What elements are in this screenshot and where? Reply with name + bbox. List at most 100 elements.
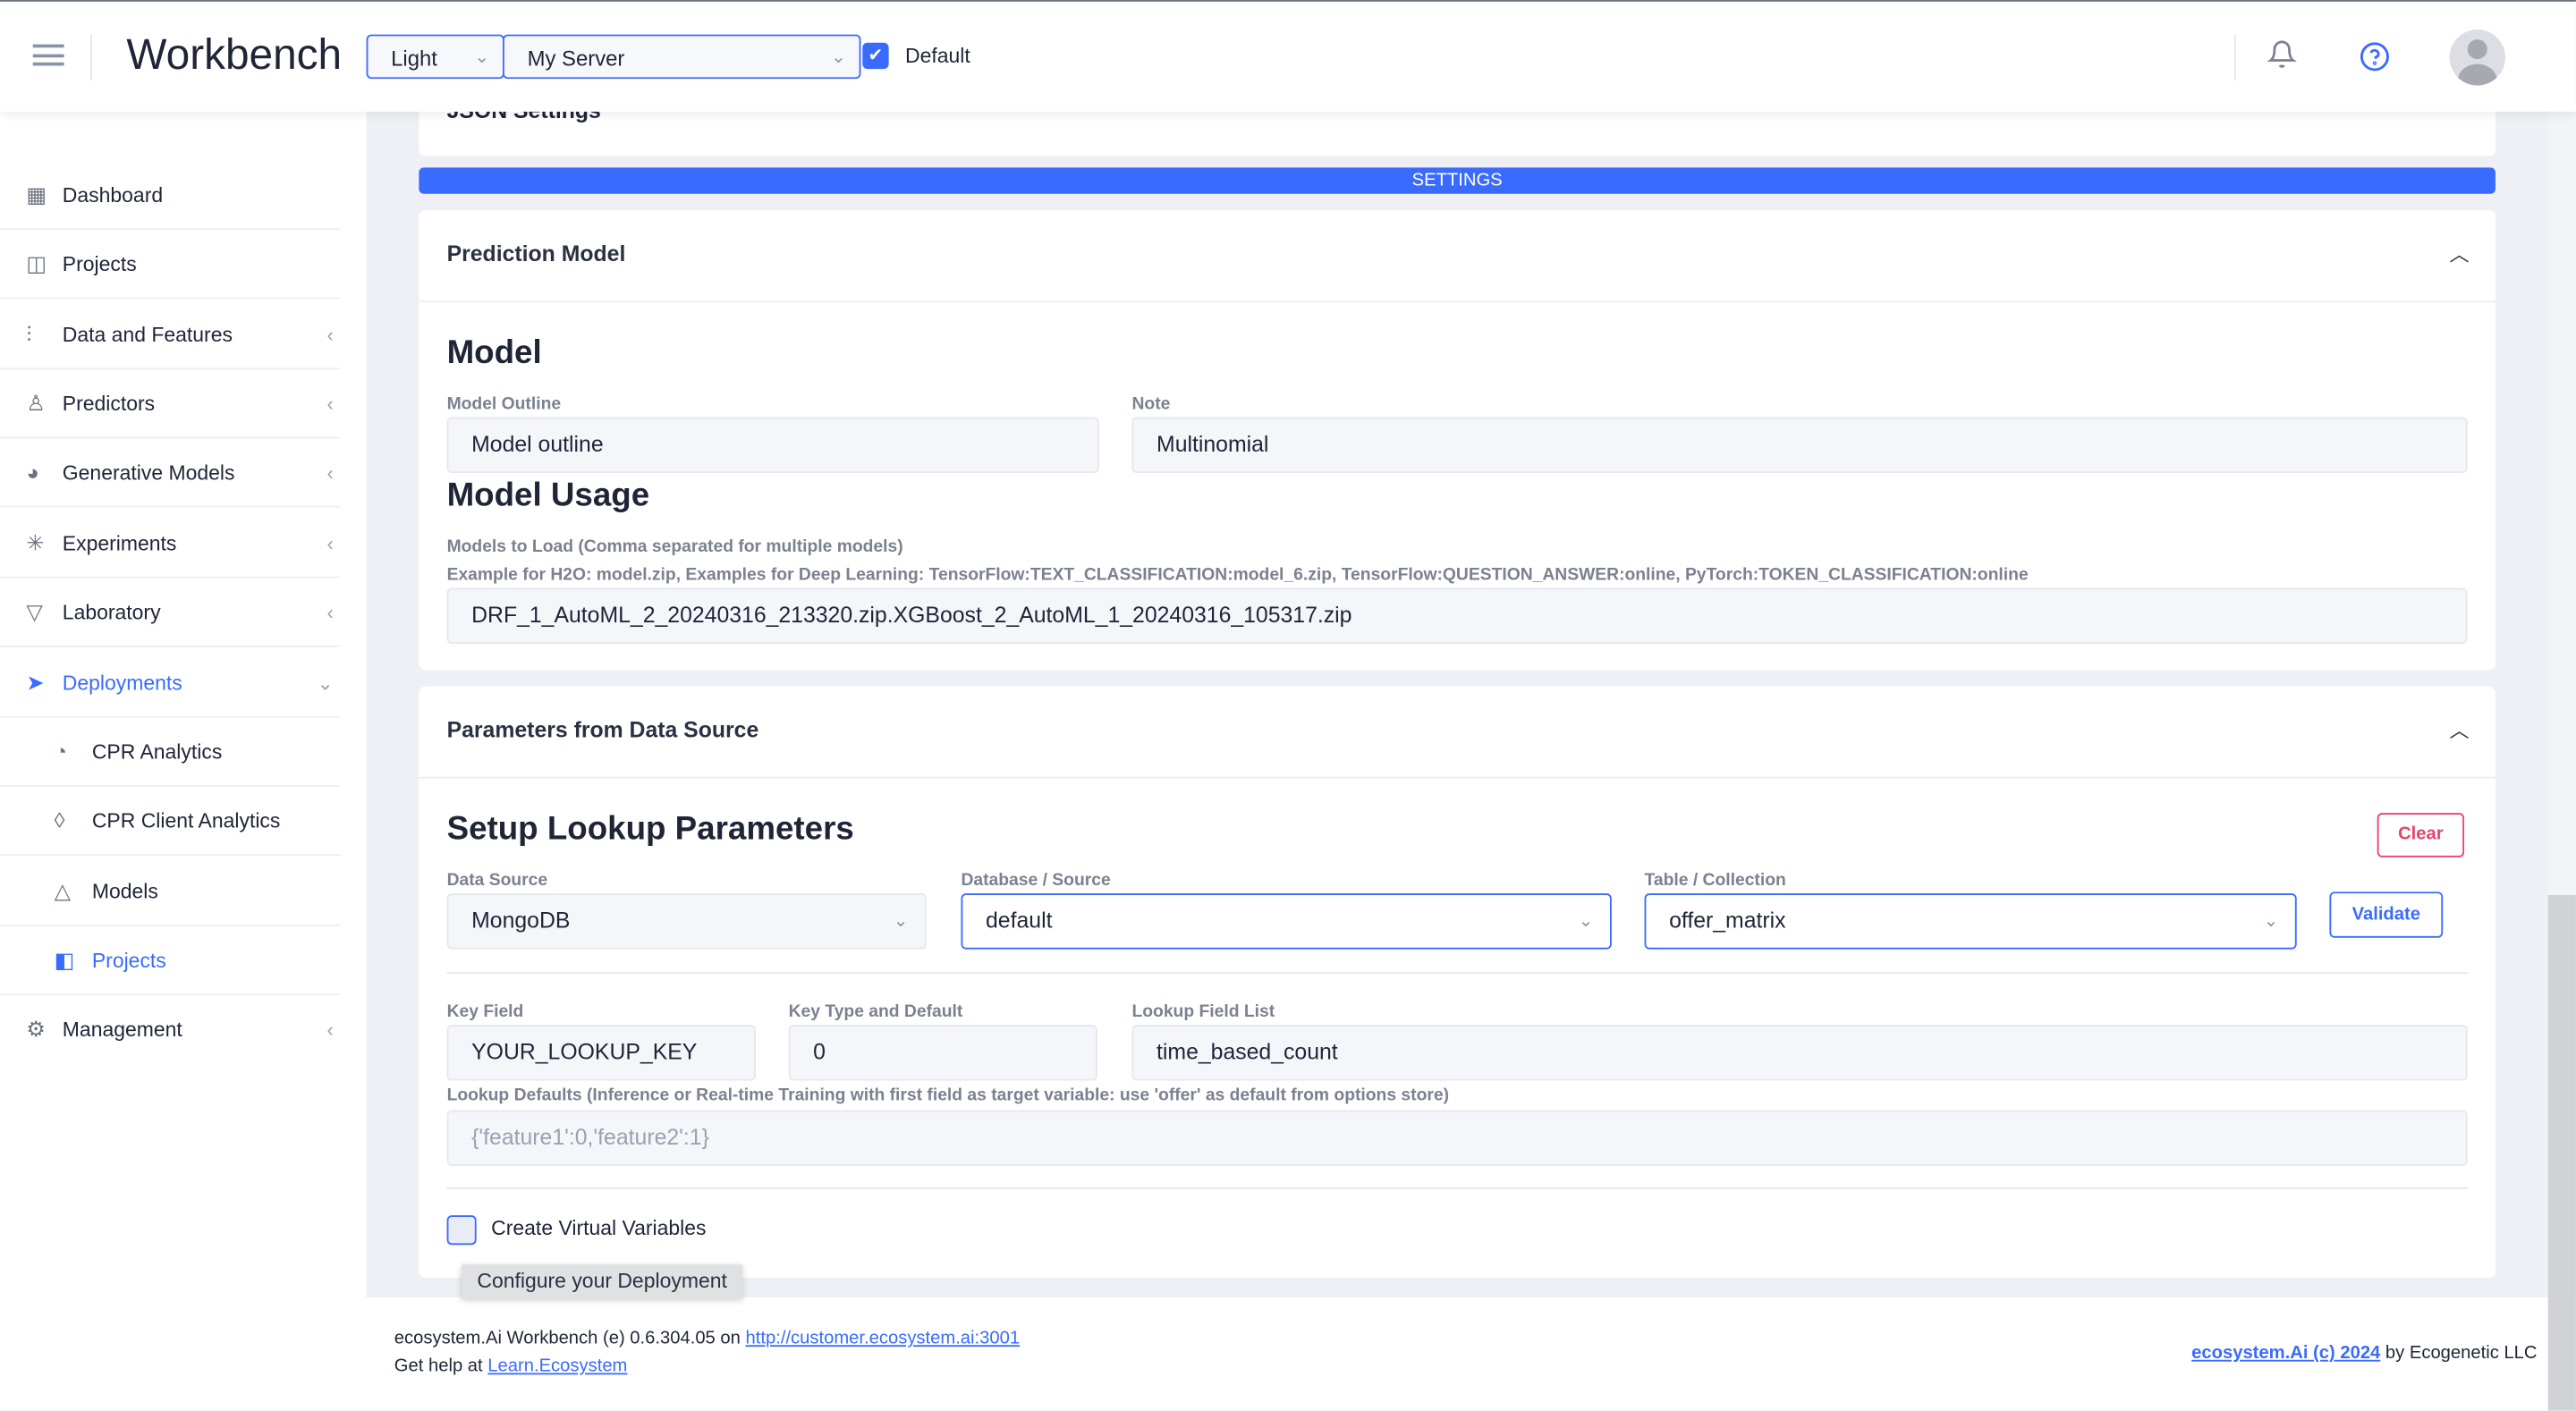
droplet-icon: ◊ <box>54 807 65 833</box>
clear-button[interactable]: Clear <box>2377 813 2465 858</box>
send-icon: ➤ <box>26 670 45 695</box>
version-text: ecosystem.Ai Workbench (e) 0.6.304.05 on <box>394 1328 741 1348</box>
divider <box>2233 34 2236 80</box>
sidebar: ▦ Dashboard ◫ Projects ⫶ Data and Features ‹… <box>0 110 367 1411</box>
models-to-load-label: Models to Load (Comma separated for mult… <box>446 537 903 557</box>
chevron-left-icon: ‹ <box>326 601 334 624</box>
table-label: Table / Collection <box>1644 870 1786 891</box>
chevron-down-icon: ⌄ <box>2263 911 2279 932</box>
bell-icon[interactable] <box>2267 38 2298 79</box>
hamburger-menu-icon[interactable] <box>32 44 64 66</box>
parameters-card: Parameters from Data Source ︿ Setup Looku… <box>419 686 2496 1278</box>
chevron-down-icon: ⌄ <box>830 47 846 68</box>
model-usage-heading: Model Usage <box>446 477 650 514</box>
chevron-left-icon: ‹ <box>326 1018 334 1042</box>
pie-chart-icon: ◔ <box>54 739 68 765</box>
settings-bar[interactable]: SETTINGS <box>419 167 2496 194</box>
sidebar-item-cpr-client-analytics[interactable]: ◊ CPR Client Analytics <box>0 787 341 856</box>
chevron-left-icon: ‹ <box>326 461 334 485</box>
divider <box>446 972 2468 975</box>
version-info: ecosystem.Ai Workbench (e) 0.6.304.05 on… <box>394 1329 1020 1348</box>
table-value: offer_matrix <box>1669 908 1786 934</box>
chevron-left-icon: ‹ <box>326 532 334 555</box>
tooltip: Configure your Deployment <box>462 1264 743 1299</box>
lookup-defaults-input[interactable]: {'feature1':0,'feature2':1} <box>446 1110 2468 1167</box>
key-field-input[interactable]: YOUR_LOOKUP_KEY <box>446 1025 756 1081</box>
scrollbar-thumb[interactable] <box>2547 895 2576 1411</box>
palette-icon: ◕ <box>26 460 39 485</box>
sidebar-item-dashboard[interactable]: ▦ Dashboard <box>0 161 341 231</box>
copyright-text: by Ecogenetic LLC <box>2385 1343 2538 1364</box>
table-select[interactable]: offer_matrix ⌄ <box>1644 893 2297 950</box>
sidebar-item-models[interactable]: △ Models <box>0 858 341 926</box>
chevron-down-icon: ⌄ <box>474 47 490 68</box>
gear-icon: ⚙ <box>26 1016 46 1042</box>
server-url-link[interactable]: http://customer.ecosystem.ai:3001 <box>746 1329 1021 1348</box>
theme-select[interactable]: Light ⌄ <box>366 34 504 80</box>
sidebar-item-data-and-features[interactable]: ⫶ Data and Features ‹ <box>0 300 341 370</box>
dashboard-grid-icon: ▦ <box>26 182 47 207</box>
chevron-up-icon[interactable]: ︿ <box>2449 716 2469 744</box>
prediction-model-card: Prediction Model ︿ Model Model Outline Mo… <box>419 210 2496 671</box>
help-text: Get help at <box>394 1356 483 1377</box>
chevron-down-icon: ⌄ <box>317 672 334 695</box>
filter-icon: ▽ <box>26 599 43 624</box>
projects-icon: ◫ <box>26 251 47 276</box>
key-type-label: Key Type and Default <box>788 1001 963 1022</box>
copyright: ecosystem.Ai (c) 2024 by Ecogenetic LLC <box>2191 1343 2537 1363</box>
sidebar-item-generative-models[interactable]: ◕ Generative Models ‹ <box>0 438 341 508</box>
model-outline-input[interactable]: Model outline <box>446 417 1099 473</box>
award-icon: ♙ <box>26 391 46 416</box>
data-source-select[interactable]: MongoDB ⌄ <box>446 893 927 950</box>
key-type-input[interactable]: 0 <box>788 1025 1097 1081</box>
model-outline-label: Model Outline <box>446 393 562 414</box>
learn-ecosystem-link[interactable]: Learn.Ecosystem <box>487 1356 627 1376</box>
help-info: Get help at Learn.Ecosystem <box>394 1356 628 1376</box>
sidebar-item-laboratory[interactable]: ▽ Laboratory ‹ <box>0 579 341 647</box>
card-header[interactable]: Prediction Model ︿ <box>419 210 2496 302</box>
sidebar-item-deployment-projects[interactable]: ◧ Projects <box>0 926 341 996</box>
divider <box>446 1187 2468 1189</box>
card-header[interactable]: Parameters from Data Source ︿ <box>419 687 2496 779</box>
footer: ecosystem.Ai Workbench (e) 0.6.304.05 on… <box>366 1297 2576 1411</box>
app-title: Workbench <box>126 30 343 80</box>
chevron-up-icon[interactable]: ︿ <box>2449 240 2469 267</box>
server-select[interactable]: My Server ⌄ <box>503 34 861 80</box>
default-label: Default <box>905 44 970 68</box>
layout-icon: ◧ <box>54 947 75 973</box>
virtual-variables-label: Create Virtual Variables <box>491 1216 707 1240</box>
lookup-field-list-label: Lookup Field List <box>1131 1001 1275 1022</box>
server-value: My Server <box>527 46 625 71</box>
chevron-left-icon: ‹ <box>326 323 334 347</box>
validate-button[interactable]: Validate <box>2329 891 2444 938</box>
sidebar-item-management[interactable]: ⚙ Management ‹ <box>0 995 340 1064</box>
loader-icon: ✳ <box>26 530 45 555</box>
database-value: default <box>986 908 1053 934</box>
sidebar-item-predictors[interactable]: ♙ Predictors ‹ <box>0 369 341 439</box>
default-checkbox[interactable]: ✔ <box>862 42 889 70</box>
data-source-value: MongoDB <box>471 908 571 934</box>
sidebar-item-projects[interactable]: ◫ Projects <box>0 230 341 300</box>
copyright-link[interactable]: ecosystem.Ai (c) 2024 <box>2191 1343 2380 1363</box>
setup-lookup-heading: Setup Lookup Parameters <box>446 811 854 848</box>
database-select[interactable]: default ⌄ <box>961 893 1612 950</box>
divider <box>90 34 92 80</box>
models-to-load-example: Example for H2O: model.zip, Examples for… <box>446 564 2029 585</box>
top-header: Workbench Light ⌄ My Server ⌄ ✔ Default <box>0 0 2576 112</box>
avatar[interactable] <box>2449 30 2505 86</box>
note-input[interactable]: Multinomial <box>1131 417 2468 473</box>
scrollbar[interactable] <box>2547 110 2576 1411</box>
lookup-field-list-input[interactable]: time_based_count <box>1131 1025 2468 1081</box>
virtual-variables-checkbox[interactable] <box>446 1215 477 1246</box>
sidebar-item-experiments[interactable]: ✳ Experiments ‹ <box>0 509 341 579</box>
help-icon[interactable] <box>2360 41 2391 80</box>
models-to-load-input[interactable]: DRF_1_AutoML_2_20240316_213320.zip.XGBoo… <box>446 587 2468 644</box>
chevron-left-icon: ‹ <box>326 392 334 416</box>
sidebar-item-deployments[interactable]: ➤ Deployments ⌄ <box>0 648 341 718</box>
card-title: Prediction Model <box>446 241 626 266</box>
note-label: Note <box>1131 393 1171 414</box>
sidebar-item-cpr-analytics[interactable]: ◔ CPR Analytics <box>0 718 341 787</box>
data-source-label: Data Source <box>446 870 548 891</box>
key-field-label: Key Field <box>446 1001 524 1022</box>
sliders-icon: ⫶ <box>26 321 32 347</box>
